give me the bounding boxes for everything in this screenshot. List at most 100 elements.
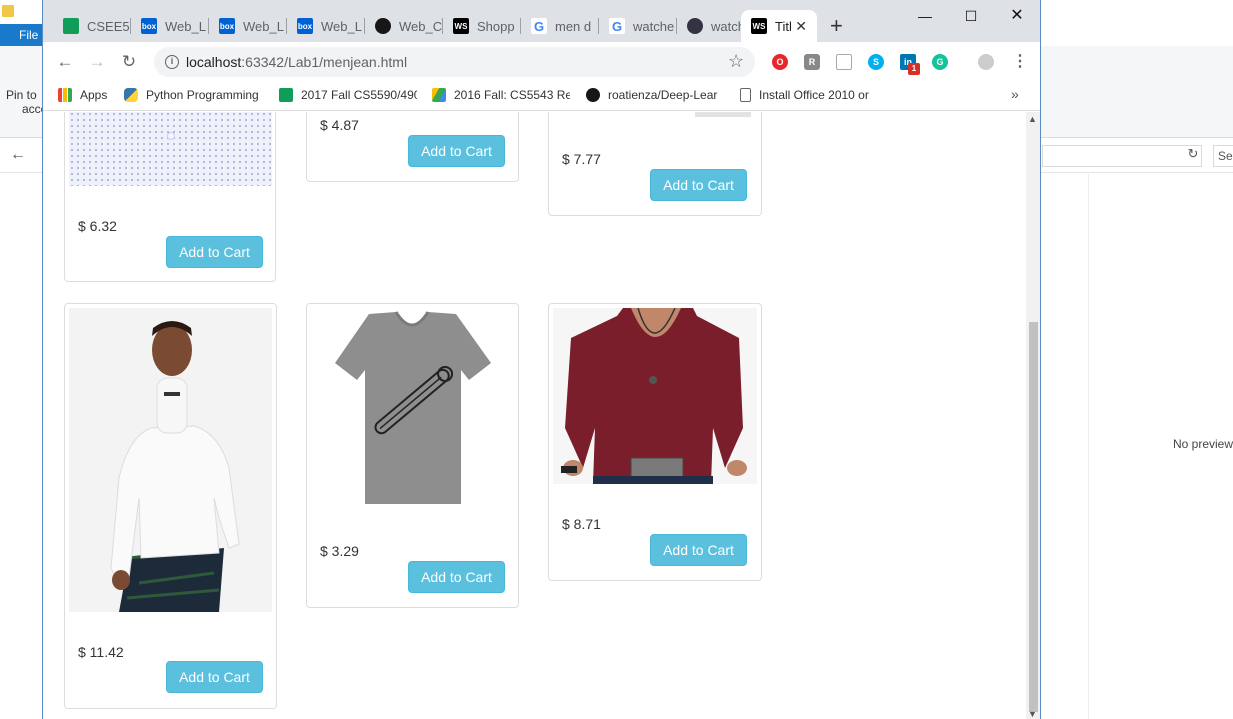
extension-doc-icon[interactable] [836,54,852,70]
tab-csee55[interactable]: CSEE55 [53,10,131,42]
profile-avatar-icon[interactable] [978,54,994,70]
bookmark-apps[interactable]: Apps [58,86,128,104]
tab-label: CSEE55 [87,18,131,34]
maximize-icon[interactable]: ☐ [948,4,994,28]
product-card: $ 11.42 Add to Cart [64,303,277,709]
back-arrow-icon[interactable]: ← [53,50,77,74]
tab-label: Web_L [243,18,284,34]
minimize-icon[interactable]: — [902,4,948,28]
github-icon [375,18,391,34]
bookmark-cs5543[interactable]: 2016 Fall: CS5543 Re [432,86,570,104]
webstorm-icon: WS [751,18,767,34]
drive-icon [432,88,446,102]
extension-r-icon[interactable]: R [804,54,820,70]
google-icon: G [531,18,547,34]
add-to-cart-button[interactable]: Add to Cart [166,236,263,268]
tab-label: Web_L [165,18,206,34]
reload-icon[interactable]: ↻ [117,50,141,74]
scrollbar-thumb[interactable] [1029,322,1038,712]
webstorm-icon: WS [453,18,469,34]
file-tab[interactable]: File [0,24,44,46]
product-card: $ 8.71 Add to Cart [548,303,762,581]
tab-men-d[interactable]: G men d [521,10,599,42]
bookmarks-overflow-chevron-icon[interactable]: » [1011,86,1019,102]
menu-kebab-icon[interactable]: ⋮ [1012,54,1028,70]
grey-vneck-tee-image [311,308,514,508]
bookmark-cs5590[interactable]: 2017 Fall CS5590/490 [279,86,417,104]
refresh-icon[interactable]: ↻ [1184,146,1202,166]
maroon-vneck-tee-image [553,308,757,484]
box-icon: box [219,18,235,34]
explorer-address-bar[interactable] [1042,145,1202,167]
forward-arrow-icon[interactable]: → [85,50,109,74]
chrome-window: CSEE55 box Web_L box Web_L box Web_L Web… [42,0,1041,719]
turtleneck-model-illustration [69,308,272,612]
tab-label: watche [633,18,675,34]
sheets-icon [63,18,79,34]
grey-tee-illustration [335,311,491,504]
tab-watche-2[interactable]: watche [677,10,741,42]
sheets-icon [279,88,293,102]
product-card: $ 7.77 Add to Cart [548,112,762,216]
add-to-cart-button[interactable]: Add to Cart [408,135,505,167]
shirt-partial-image [695,112,751,117]
close-tab-icon[interactable]: ✕ [795,18,807,35]
grammarly-icon[interactable]: G [932,54,948,70]
tab-label: Titl [775,18,792,34]
bookmark-label: Python Programming [146,88,259,102]
box-icon: box [141,18,157,34]
url-path: :63342/Lab1/menjean.html [241,54,408,70]
new-tab-plus-icon[interactable]: + [830,14,843,38]
tab-web-l-2[interactable]: box Web_L [209,10,287,42]
close-window-icon[interactable]: ✕ [994,4,1040,28]
tab-watche-1[interactable]: G watche [599,10,677,42]
tab-web-c[interactable]: Web_C [365,10,443,42]
back-arrow-icon[interactable]: ← [10,146,26,164]
bookmark-python[interactable]: Python Programming [124,86,264,104]
bookmark-label: Install Office 2010 or [759,88,869,102]
product-price: $ 11.42 [78,644,124,660]
scroll-down-arrow-icon[interactable]: ▼ [1028,709,1037,719]
tab-label: men d [555,18,592,34]
tab-title-active[interactable]: WS Titl ✕ [741,10,817,42]
bookmark-label: Apps [80,88,108,102]
opera-extension-icon[interactable]: O [772,54,788,70]
scroll-up-arrow-icon[interactable]: ▲ [1028,114,1037,124]
add-to-cart-button[interactable]: Add to Cart [166,661,263,693]
add-to-cart-button[interactable]: Add to Cart [650,169,747,201]
python-icon [124,88,138,102]
github-icon [586,88,600,102]
product-price: $ 8.71 [562,516,601,532]
box-icon: box [297,18,313,34]
shirt-button-shape [167,132,175,140]
product-price: $ 3.29 [320,543,359,559]
maroon-tee-illustration [553,308,757,484]
pane-divider [1088,174,1089,719]
explorer-search-box[interactable]: Se [1213,145,1233,167]
skype-icon[interactable]: S [868,54,884,70]
bookmark-star-icon[interactable]: ☆ [728,51,744,72]
tab-label: Web_L [321,18,362,34]
url-text[interactable]: localhost:63342/Lab1/menjean.html [186,54,407,70]
tab-shopp[interactable]: WS Shopp [443,10,521,42]
tab-web-l-3[interactable]: box Web_L [287,10,365,42]
product-price: $ 6.32 [78,218,117,234]
page-icon [740,88,751,102]
tab-label: watche [711,18,741,34]
product-price: $ 7.77 [562,151,601,167]
bookmark-office[interactable]: Install Office 2010 or [740,86,876,104]
add-to-cart-button[interactable]: Add to Cart [650,534,747,566]
folder-icon [2,5,14,17]
tab-web-l-1[interactable]: box Web_L [131,10,209,42]
bookmark-roatienza[interactable]: roatienza/Deep-Lear [586,86,724,104]
product-price: $ 4.87 [320,117,359,133]
tab-label: Shopp [477,18,515,34]
tab-label: Web_C [399,18,443,34]
avatar-icon [687,18,703,34]
page-content: $ 6.32 Add to Cart $ 4.87 Add to Cart $ … [43,112,1026,719]
product-card: $ 4.87 Add to Cart [306,112,519,182]
info-icon[interactable]: i [165,55,179,69]
bookmark-label: 2016 Fall: CS5543 Re [454,88,570,102]
product-card: $ 3.29 Add to Cart [306,303,519,608]
add-to-cart-button[interactable]: Add to Cart [408,561,505,593]
